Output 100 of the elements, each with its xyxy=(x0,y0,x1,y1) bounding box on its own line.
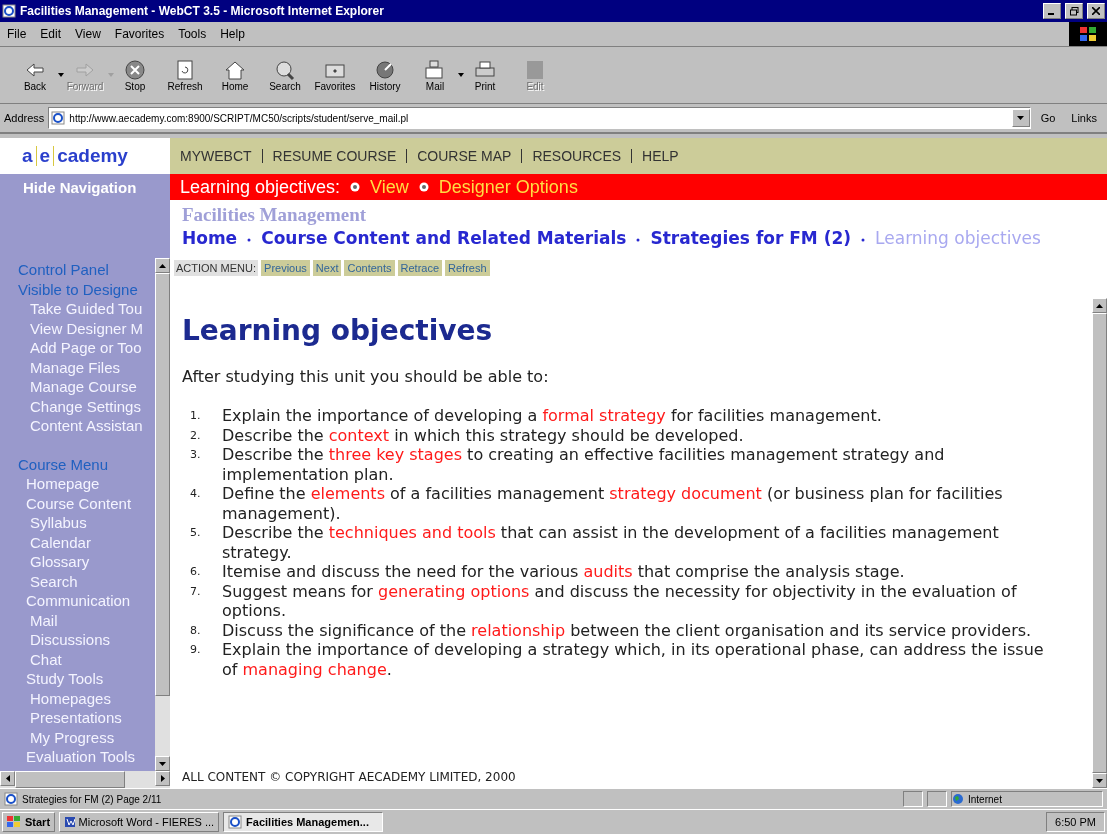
toolbar-button[interactable]: Refresh xyxy=(160,58,210,92)
sidebar-item[interactable]: Take Guided Tou xyxy=(18,299,155,319)
taskbar-button[interactable]: Microsoft Word - FIERES ... xyxy=(59,812,220,832)
sidebar-item[interactable]: View Designer M xyxy=(18,318,155,338)
bullet-icon xyxy=(350,182,361,192)
down-arrow-icon xyxy=(159,761,166,766)
sidebar-item[interactable]: Homepage xyxy=(18,474,155,494)
action-menu-label: ACTION MENU: xyxy=(174,260,259,276)
sidebar-item[interactable]: Evaluation Tools xyxy=(18,747,155,767)
document-icon xyxy=(64,816,75,828)
page-icon xyxy=(4,792,18,806)
toolbar-button[interactable]: Print xyxy=(460,58,510,92)
menu-item[interactable]: Favorites xyxy=(107,27,172,41)
scroll-thumb[interactable] xyxy=(155,273,170,696)
nav-link[interactable]: MYWEBCT xyxy=(180,148,252,164)
sidebar-item[interactable]: Change Settings xyxy=(18,396,155,416)
list-number: 5. xyxy=(190,525,202,541)
term-link[interactable]: relationship xyxy=(471,620,566,640)
objective-text: Define the elements of a facilities management strategy document (or business plan for facilities management). xyxy=(222,484,1004,523)
menu-item[interactable]: Tools xyxy=(171,27,214,41)
links-button[interactable]: Links xyxy=(1065,112,1103,124)
breadcrumb-link[interactable]: Home xyxy=(182,228,238,248)
taskbar-button[interactable]: Facilities Managemen... xyxy=(223,812,384,832)
bullet-icon xyxy=(418,182,429,192)
menu-item[interactable]: File xyxy=(0,27,34,41)
nav-link[interactable]: RESOURCES xyxy=(532,148,622,164)
term-link[interactable]: formal strategy xyxy=(542,406,666,425)
nav-link[interactable]: COURSE MAP xyxy=(417,148,512,164)
sidebar-item[interactable]: Calendar xyxy=(18,532,155,552)
sidebar-item[interactable]: Mail xyxy=(18,610,155,630)
term-link[interactable]: context xyxy=(328,425,390,445)
option-link[interactable]: View xyxy=(370,176,409,198)
nav-link[interactable]: HELP xyxy=(642,148,679,164)
sidebar-item[interactable]: Syllabus xyxy=(18,513,155,533)
hide-navigation-link[interactable]: Hide Navigation xyxy=(0,174,170,200)
objective-text: Itemise and discuss the need for the various audits that comprise the analysis stage. xyxy=(222,562,905,582)
close-button[interactable] xyxy=(1087,3,1105,19)
sidebar-item[interactable]: Glossary xyxy=(18,552,155,572)
scroll-thumb[interactable] xyxy=(15,771,125,788)
sidebar-item[interactable]: Communication xyxy=(18,591,155,611)
page-heading: Learning objectives xyxy=(182,314,494,347)
browser-icon xyxy=(228,815,243,829)
menu-item[interactable]: View xyxy=(68,27,108,41)
objective-text: Explain the importance of developing a formal strategy for facilities management. xyxy=(222,406,882,426)
list-number: 1. xyxy=(190,408,202,424)
sidebar-item[interactable]: My Progress xyxy=(18,727,155,747)
breadcrumb-link[interactable]: Strategies for FM (2) xyxy=(650,228,852,248)
sidebar-heading[interactable]: Course Menu xyxy=(18,454,155,474)
page-icon xyxy=(51,111,66,125)
minimize-button[interactable] xyxy=(1043,3,1061,19)
caret-icon xyxy=(1017,116,1025,120)
sidebar-item[interactable]: Homepages xyxy=(18,688,155,708)
action-button[interactable]: Refresh xyxy=(445,260,490,276)
start-button[interactable]: Start xyxy=(2,812,56,832)
go-button[interactable]: Go xyxy=(1034,112,1062,124)
sidebar-item[interactable]: Chat xyxy=(18,649,155,669)
term-link[interactable]: managing change xyxy=(242,659,387,679)
term-link[interactable]: generating options xyxy=(378,581,530,601)
horizontal-scrollbar[interactable] xyxy=(0,771,170,788)
breadcrumb-link[interactable]: Course Content and Related Materials xyxy=(261,228,627,248)
caret-icon[interactable] xyxy=(58,72,64,77)
sidebar-item[interactable]: Manage Course xyxy=(18,377,155,397)
sidebar-item[interactable]: Content Assistan xyxy=(18,416,155,436)
action-button[interactable]: Next xyxy=(312,260,342,276)
term-link[interactable]: techniques and tools xyxy=(328,523,496,542)
nav-link[interactable]: RESUME COURSE xyxy=(272,148,397,164)
sidebar-item[interactable]: Search xyxy=(18,571,155,591)
toolbar-button[interactable]: Home xyxy=(210,58,260,92)
sidebar-item[interactable]: Add Page or Too xyxy=(18,338,155,358)
menu-item[interactable]: Help xyxy=(213,27,252,41)
sidebar-item[interactable]: Manage Files xyxy=(18,357,155,377)
sidebar-item[interactable]: Study Tools xyxy=(18,669,155,689)
action-button[interactable]: Contents xyxy=(344,260,395,276)
restore-button[interactable] xyxy=(1065,3,1083,19)
sidebar-item[interactable]: Discussions xyxy=(18,630,155,650)
option-link[interactable]: Designer Options xyxy=(438,176,578,198)
caret-icon[interactable] xyxy=(458,72,464,77)
sidebar-item[interactable]: Course Content xyxy=(18,493,155,513)
sidebar-heading[interactable]: Visible to Designe xyxy=(18,279,155,299)
term-link[interactable]: elements xyxy=(310,484,385,503)
toolbar-button[interactable]: Back xyxy=(10,58,60,92)
objective-text: Explain the importance of developing a strategy which, in its operational phase, can address the issue of managing change. xyxy=(222,640,1045,679)
action-button[interactable]: Previous xyxy=(261,260,310,276)
term-link[interactable]: audits xyxy=(583,562,633,581)
term-link[interactable]: three key stages xyxy=(328,445,462,464)
term-link[interactable]: strategy document xyxy=(609,484,762,503)
sidebar-item[interactable]: Presentations xyxy=(18,708,155,728)
toolbar-button[interactable]: Favorites xyxy=(310,58,360,92)
action-button[interactable]: Retrace xyxy=(397,260,443,276)
dropdown-button[interactable] xyxy=(1011,109,1030,127)
sidebar-heading[interactable]: Control Panel xyxy=(18,260,155,280)
scrollbar[interactable] xyxy=(155,258,170,771)
zone-text: Internet xyxy=(968,793,1002,805)
toolbar-button[interactable]: Mail xyxy=(410,58,460,92)
toolbar-button[interactable]: Search xyxy=(260,58,310,92)
breadcrumb-link[interactable]: Learning objectives xyxy=(875,228,1041,248)
menu-item[interactable]: Edit xyxy=(33,27,69,41)
toolbar-button[interactable]: Stop xyxy=(110,58,160,92)
toolbar-button[interactable]: History xyxy=(360,58,410,92)
address-field[interactable]: http://www.aecademy.com:8900/SCRIPT/MC50/scripts/student/serve_mail.pl xyxy=(48,107,1031,129)
